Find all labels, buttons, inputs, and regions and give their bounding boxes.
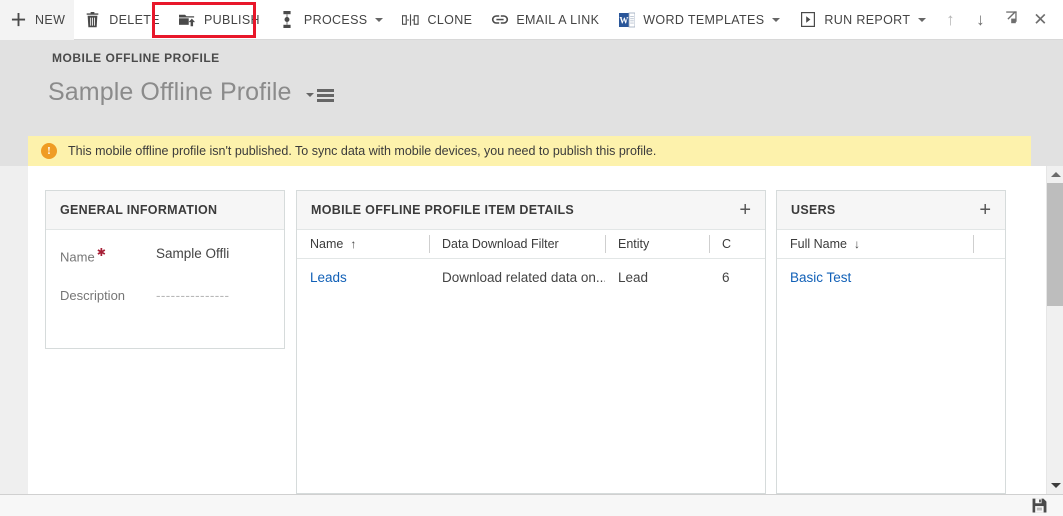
chevron-down-icon — [918, 17, 927, 22]
notification-message: This mobile offline profile isn't publis… — [68, 144, 657, 158]
add-profile-item-button[interactable]: + — [737, 200, 753, 220]
field-label-description: Description — [60, 288, 126, 303]
command-new[interactable]: NEW — [0, 0, 75, 40]
link-icon — [490, 10, 509, 29]
trash-icon — [83, 10, 102, 29]
field-value-description[interactable]: --------------- — [156, 286, 261, 305]
command-bar-right-actions: ↑ ↓ ✕ — [935, 2, 1063, 38]
process-icon — [278, 10, 297, 29]
next-record-button[interactable]: ↓ — [965, 2, 995, 38]
plus-icon — [9, 10, 28, 29]
form-area: GENERAL INFORMATION Name ✱ Sample Offli D… — [28, 166, 1031, 494]
command-run-report-label: RUN REPORT — [824, 12, 911, 27]
status-bar — [0, 494, 1063, 516]
command-bar: NEW DELETE PUBLISH PROCESS CLONE EMAIL A… — [0, 0, 1063, 40]
arrow-up-icon: ↑ — [946, 9, 955, 29]
column-header-clipped[interactable]: C — [709, 230, 765, 258]
field-row-name: Name ✱ Sample Offli — [46, 244, 284, 272]
close-button[interactable]: ✕ — [1025, 2, 1055, 38]
command-delete-label: DELETE — [109, 12, 160, 27]
arrow-down-icon: ↓ — [976, 9, 985, 29]
section-profile-item-details: MOBILE OFFLINE PROFILE ITEM DETAILS + Na… — [296, 190, 766, 494]
chevron-down-icon — [772, 17, 781, 22]
table-row[interactable]: Leads Download related data on... Lead 6 — [297, 259, 765, 295]
chevron-down-icon — [375, 17, 384, 22]
command-clone[interactable]: CLONE — [392, 0, 481, 40]
chevron-down-icon — [305, 92, 314, 97]
section-title: MOBILE OFFLINE PROFILE ITEM DETAILS — [311, 203, 575, 217]
cell-users-extra — [973, 259, 1005, 295]
clone-icon — [401, 10, 420, 29]
column-header-users-extra[interactable] — [973, 230, 1005, 258]
previous-record-button[interactable]: ↑ — [935, 2, 965, 38]
report-icon — [798, 10, 817, 29]
field-label-name: Name ✱ — [60, 247, 106, 265]
command-run-report[interactable]: RUN REPORT — [789, 0, 935, 40]
command-word-templates-label: WORD TEMPLATES — [643, 12, 765, 27]
vertical-scrollbar[interactable] — [1046, 166, 1063, 494]
command-publish[interactable]: PUBLISH — [169, 0, 269, 40]
cell-entity: Lead — [618, 269, 649, 285]
column-header-entity[interactable]: Entity — [605, 230, 709, 258]
command-process[interactable]: PROCESS — [269, 0, 393, 40]
notification-bar: ! This mobile offline profile isn't publ… — [28, 136, 1031, 166]
cell-full-name[interactable]: Basic Test — [777, 259, 973, 295]
grid-header: Name ↑ Data Download Filter Entity C — [297, 230, 765, 259]
grid-header: Full Name ↓ — [777, 230, 1005, 259]
sort-ascending-icon: ↑ — [350, 237, 357, 251]
svg-text:W: W — [619, 15, 628, 25]
command-publish-label: PUBLISH — [203, 12, 260, 27]
cell-data-download-filter: Download related data on... — [442, 269, 605, 285]
general-information-fields: Name ✱ Sample Offli Description ---------… — [46, 244, 284, 314]
save-icon[interactable] — [1032, 498, 1047, 513]
field-row-description: Description --------------- — [46, 286, 284, 314]
pop-out-button[interactable] — [995, 2, 1025, 38]
record-title-text: Sample Offline Profile — [48, 78, 292, 106]
sort-descending-icon: ↓ — [853, 237, 860, 251]
command-email-a-link-label: EMAIL A LINK — [516, 12, 600, 27]
section-header: USERS + — [777, 191, 1005, 230]
section-users: USERS + Full Name ↓ Basic Test — [776, 190, 1006, 494]
column-header-data-download-filter[interactable]: Data Download Filter — [429, 230, 605, 258]
required-indicator: ✱ — [96, 247, 106, 259]
section-general-information: GENERAL INFORMATION Name ✱ Sample Offli D… — [45, 190, 285, 349]
publish-icon — [178, 10, 197, 29]
column-header-name[interactable]: Name ↑ — [297, 230, 429, 258]
pop-out-icon — [1003, 10, 1018, 30]
section-header: MOBILE OFFLINE PROFILE ITEM DETAILS + — [297, 191, 765, 230]
cell-name[interactable]: Leads — [297, 259, 429, 295]
breadcrumb[interactable]: MOBILE OFFLINE PROFILE — [52, 51, 220, 65]
command-email-a-link[interactable]: EMAIL A LINK — [481, 0, 608, 40]
section-title: GENERAL INFORMATION — [60, 203, 218, 217]
cell-clipped: 6 — [722, 269, 730, 285]
section-title: USERS — [791, 203, 836, 217]
command-word-templates[interactable]: W WORD TEMPLATES — [608, 0, 789, 40]
field-value-name[interactable]: Sample Offli — [156, 244, 261, 263]
page-title: Sample Offline Profile — [48, 78, 334, 107]
warning-glyph: ! — [47, 144, 51, 157]
add-user-button[interactable]: + — [977, 200, 993, 220]
section-header: GENERAL INFORMATION — [46, 191, 284, 230]
warning-icon: ! — [41, 143, 57, 159]
scroll-up-arrow-icon[interactable] — [1047, 166, 1063, 183]
scroll-thumb[interactable] — [1047, 183, 1063, 306]
close-icon: ✕ — [1033, 9, 1048, 29]
left-rail-top — [0, 126, 28, 166]
command-clone-label: CLONE — [427, 12, 473, 27]
form-selector-icon[interactable] — [305, 88, 334, 102]
table-row[interactable]: Basic Test — [777, 259, 1005, 295]
word-document-icon: W — [617, 10, 636, 29]
left-rail — [0, 166, 28, 516]
column-header-full-name[interactable]: Full Name ↓ — [777, 230, 973, 258]
command-delete[interactable]: DELETE — [74, 0, 169, 40]
command-new-label: NEW — [35, 12, 66, 27]
command-process-label: PROCESS — [303, 12, 368, 27]
scroll-down-arrow-icon[interactable] — [1047, 477, 1063, 494]
